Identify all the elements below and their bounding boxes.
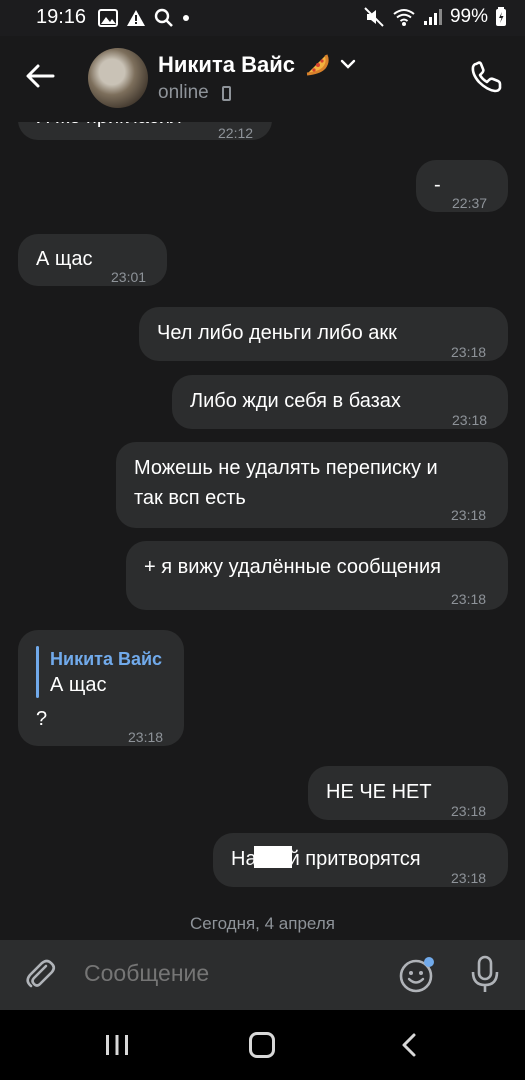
search-icon bbox=[154, 8, 173, 27]
mute-icon bbox=[364, 7, 384, 27]
message-bubble-outgoing[interactable]: На й притворятся 23:18 bbox=[213, 833, 508, 887]
message-bubble-incoming[interactable]: Я же пригласил 22:12 bbox=[18, 122, 272, 141]
message-bubble-incoming[interactable]: Никита Вайс А щас ? 23:18 bbox=[18, 630, 184, 746]
warning-icon bbox=[127, 10, 145, 26]
mobile-icon bbox=[222, 86, 231, 101]
message-text: ? bbox=[36, 708, 48, 730]
paperclip-icon[interactable] bbox=[22, 956, 58, 992]
back-button[interactable] bbox=[22, 58, 58, 94]
message-bubble-outgoing[interactable]: Можешь не удалять переписку и так всп ес… bbox=[116, 442, 508, 528]
emoji-icon[interactable] bbox=[398, 956, 436, 994]
contact-name[interactable]: Никита Вайс bbox=[158, 52, 295, 78]
message-text: - bbox=[434, 174, 441, 196]
message-time: 23:18 bbox=[451, 803, 487, 819]
notification-icons bbox=[98, 8, 190, 28]
message-bubble-outgoing[interactable]: - 22:37 bbox=[416, 160, 508, 212]
message-time: 23:18 bbox=[451, 507, 487, 523]
chevron-down-icon[interactable] bbox=[340, 58, 356, 70]
avatar[interactable] bbox=[88, 48, 148, 108]
message-time: 23:01 bbox=[111, 269, 147, 285]
message-bubble-outgoing[interactable]: Чел либо деньги либо акк 23:18 bbox=[139, 307, 508, 361]
status-bar: 19:16 99% bbox=[0, 0, 525, 36]
home-button-icon[interactable] bbox=[249, 1032, 275, 1058]
recent-apps-icon[interactable] bbox=[104, 1034, 130, 1056]
message-bubble-outgoing[interactable]: + я вижу удалённые сообщения 23:18 bbox=[126, 541, 508, 610]
message-text-end: й притворятся bbox=[288, 848, 421, 870]
arrow-left-icon bbox=[26, 64, 55, 88]
message-bubble-outgoing[interactable]: Либо жди себя в базах 23:18 bbox=[172, 375, 508, 429]
gallery-icon bbox=[98, 9, 118, 27]
message-text: Либо жди себя в базах bbox=[190, 390, 401, 412]
signal-icon bbox=[423, 9, 442, 25]
wifi-icon bbox=[393, 9, 415, 26]
reply-quote-bar bbox=[36, 646, 39, 698]
message-input[interactable] bbox=[84, 960, 384, 987]
message-bubble-outgoing[interactable]: НЕ ЧЕ НЕТ 23:18 bbox=[308, 766, 508, 820]
message-text: Я же пригласил bbox=[36, 122, 182, 132]
message-text: А щас bbox=[36, 248, 93, 270]
chat-header: Никита Вайс online bbox=[0, 36, 525, 122]
message-time: 23:18 bbox=[452, 412, 488, 428]
call-button[interactable] bbox=[468, 58, 506, 96]
message-time: 23:18 bbox=[451, 591, 487, 607]
message-time: 22:37 bbox=[452, 195, 488, 211]
message-time: 23:18 bbox=[451, 344, 487, 360]
battery-icon bbox=[496, 7, 506, 26]
back-nav-icon[interactable] bbox=[398, 1032, 420, 1058]
message-time: 23:18 bbox=[128, 729, 164, 745]
message-list[interactable]: Я же пригласил 22:12 - 22:37 А щас 23:01… bbox=[0, 122, 525, 940]
message-text: НЕ ЧЕ НЕТ bbox=[326, 781, 432, 803]
message-time: 23:18 bbox=[451, 870, 487, 886]
presence-status: online bbox=[158, 82, 209, 103]
message-text: Чел либо деньги либо акк bbox=[157, 322, 397, 344]
reply-quote-text[interactable]: А щас bbox=[50, 670, 106, 700]
date-separator: Сегодня, 4 апреля bbox=[190, 914, 335, 933]
message-text-line: так всп есть bbox=[134, 487, 246, 509]
dot-icon bbox=[183, 15, 189, 21]
microphone-icon[interactable] bbox=[468, 954, 502, 994]
message-text-line: Можешь не удалять переписку и bbox=[134, 457, 438, 479]
message-time: 22:12 bbox=[218, 125, 254, 141]
censor-block bbox=[253, 846, 292, 868]
status-time: 19:16 bbox=[36, 6, 87, 28]
message-text: + я вижу удалённые сообщения bbox=[144, 556, 441, 578]
message-bubble-incoming[interactable]: А щас 23:01 bbox=[18, 234, 167, 286]
message-composer bbox=[0, 940, 525, 1010]
system-icons: 99% bbox=[363, 6, 507, 28]
battery-percent: 99% bbox=[449, 6, 488, 27]
android-navigation-bar bbox=[0, 1010, 525, 1080]
pizza-icon bbox=[306, 54, 329, 76]
message-text: На й притворятся bbox=[231, 844, 421, 874]
